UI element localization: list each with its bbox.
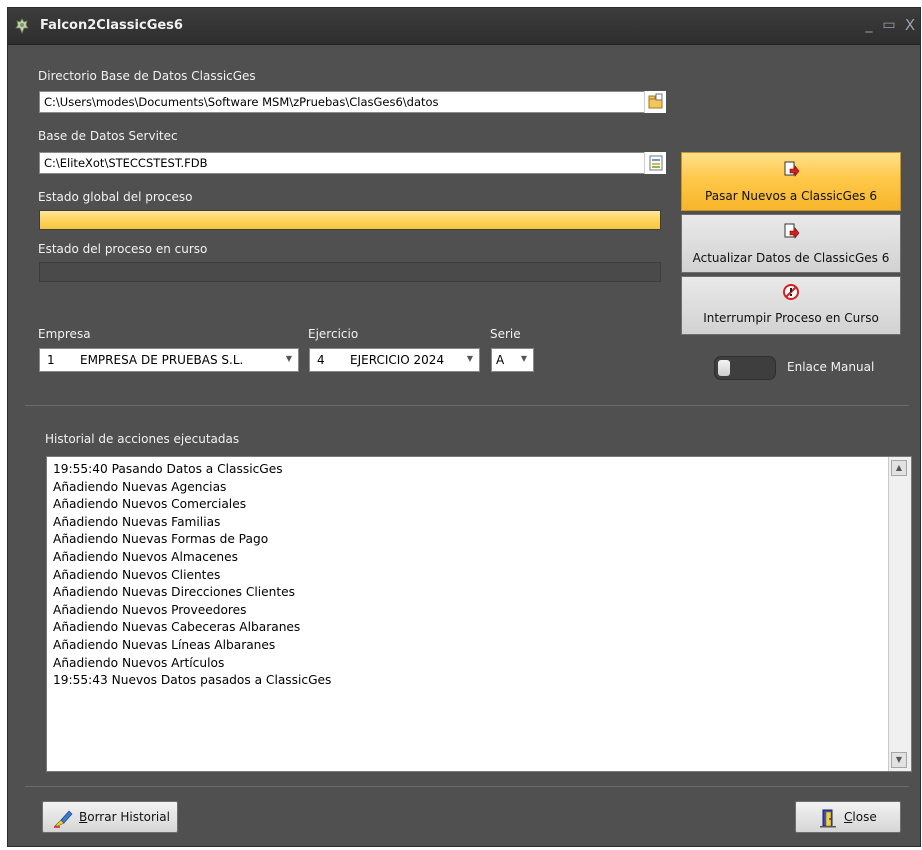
pasar-nuevos-button[interactable]: Pasar Nuevos a ClassicGes 6	[681, 152, 901, 211]
history-line: Añadiendo Nuevos Proveedores	[53, 602, 247, 617]
enlace-manual-label: Enlace Manual	[787, 360, 875, 374]
ejercicio-name: EJERCICIO 2024	[350, 353, 445, 367]
empresa-name: EMPRESA DE PRUEBAS S.L.	[80, 353, 244, 367]
document-export-icon	[784, 223, 800, 239]
scroll-down-icon[interactable]: ▼	[891, 752, 907, 768]
actualizar-datos-button[interactable]: Actualizar Datos de ClassicGes 6	[681, 214, 901, 273]
enlace-manual-toggle[interactable]	[714, 356, 776, 380]
global-progress-label: Estado global del proceso	[38, 190, 193, 204]
history-line: Añadiendo Nuevas Formas de Pago	[53, 532, 269, 547]
app-window: Falcon2ClassicGes6 _ ▭ X Directorio Base…	[7, 7, 921, 847]
history-line: Añadiendo Nuevas Líneas Albaranes	[53, 637, 276, 652]
document-export-icon	[784, 161, 800, 177]
game-piece-icon	[15, 18, 29, 34]
serie-label: Serie	[490, 327, 521, 341]
classicges-dir-input[interactable]: C:\Users\modes\Documents\Software MSM\zP…	[39, 91, 666, 113]
ejercicio-label: Ejercicio	[308, 327, 359, 341]
empresa-code: 1	[47, 353, 55, 367]
pasar-nuevos-label: Pasar Nuevos a ClassicGes 6	[705, 189, 877, 203]
servitec-db-input[interactable]: C:\EliteXot\STECCSTEST.FDB	[39, 152, 666, 174]
history-scrollbar[interactable]: ▲ ▼	[888, 457, 911, 771]
history-line: Añadiendo Nuevas Direcciones Clientes	[53, 585, 296, 600]
interrumpir-proceso-button[interactable]: Interrumpir Proceso en Curso	[681, 276, 901, 335]
ejercicio-select[interactable]: 4 EJERCICIO 2024 ▼	[309, 348, 480, 372]
chevron-down-icon: ▼	[520, 354, 527, 363]
clear-history-button[interactable]: Borrar Historial	[42, 801, 178, 833]
minimize-button[interactable]: _	[860, 16, 878, 34]
history-line: Añadiendo Nuevos Artículos	[53, 655, 225, 670]
classicges-dir-label: Directorio Base de Datos ClassicGes	[38, 69, 256, 83]
history-label: Historial de acciones ejecutadas	[45, 432, 240, 446]
bottom-separator	[25, 786, 909, 787]
close-label: Close	[844, 810, 877, 824]
interrumpir-proceso-label: Interrumpir Proceso en Curso	[703, 311, 879, 325]
empresa-select[interactable]: 1 EMPRESA DE PRUEBAS S.L. ▼	[39, 348, 299, 372]
empresa-label: Empresa	[38, 327, 91, 341]
actualizar-datos-label: Actualizar Datos de ClassicGes 6	[692, 251, 890, 265]
scroll-up-icon[interactable]: ▲	[891, 460, 907, 476]
serie-select[interactable]: A ▼	[491, 348, 534, 372]
door-exit-icon	[820, 809, 836, 828]
history-list-box[interactable]: 19:55:40 Pasando Datos a ClassicGes Añadi…	[46, 456, 912, 772]
database-file-icon	[649, 155, 663, 171]
clear-history-label: Borrar Historial	[79, 810, 170, 824]
ejercicio-code: 4	[317, 353, 325, 367]
global-progress-fill	[40, 211, 660, 229]
history-line: 19:55:43 Nuevos Datos pasados a ClassicG…	[53, 673, 332, 688]
servitec-db-label: Base de Datos Servitec	[38, 129, 178, 143]
close-window-button[interactable]: X	[901, 16, 919, 34]
history-list: 19:55:40 Pasando Datos a ClassicGes Añadi…	[53, 461, 885, 771]
history-line: Añadiendo Nuevos Comerciales	[53, 497, 247, 512]
maximize-button[interactable]: ▭	[880, 16, 898, 34]
eraser-icon	[54, 810, 73, 828]
window-title: Falcon2ClassicGes6	[40, 18, 183, 33]
history-line: Añadiendo Nuevas Agencias	[53, 479, 227, 494]
browse-servitec-db-button[interactable]	[644, 152, 666, 174]
stop-icon	[783, 284, 799, 300]
current-progress-label: Estado del proceso en curso	[38, 242, 208, 256]
serie-value: A	[496, 353, 505, 367]
history-line: Añadiendo Nuevos Almacenes	[53, 549, 239, 564]
history-line: Añadiendo Nuevos Clientes	[53, 567, 221, 582]
folder-open-icon	[648, 93, 663, 109]
history-line: Añadiendo Nuevas Familias	[53, 514, 221, 529]
title-bar[interactable]: Falcon2ClassicGes6 _ ▭ X	[8, 8, 920, 45]
history-line: Añadiendo Nuevas Cabeceras Albaranes	[53, 620, 301, 635]
chevron-down-icon: ▼	[285, 354, 292, 363]
chevron-down-icon: ▼	[466, 354, 473, 363]
global-progress-bar	[39, 210, 661, 230]
browse-classicges-dir-button[interactable]	[644, 91, 666, 113]
toggle-knob[interactable]	[718, 360, 730, 376]
current-progress-bar	[39, 262, 661, 282]
history-line: 19:55:40 Pasando Datos a ClassicGes	[53, 462, 283, 476]
close-button[interactable]: Close	[795, 801, 901, 833]
